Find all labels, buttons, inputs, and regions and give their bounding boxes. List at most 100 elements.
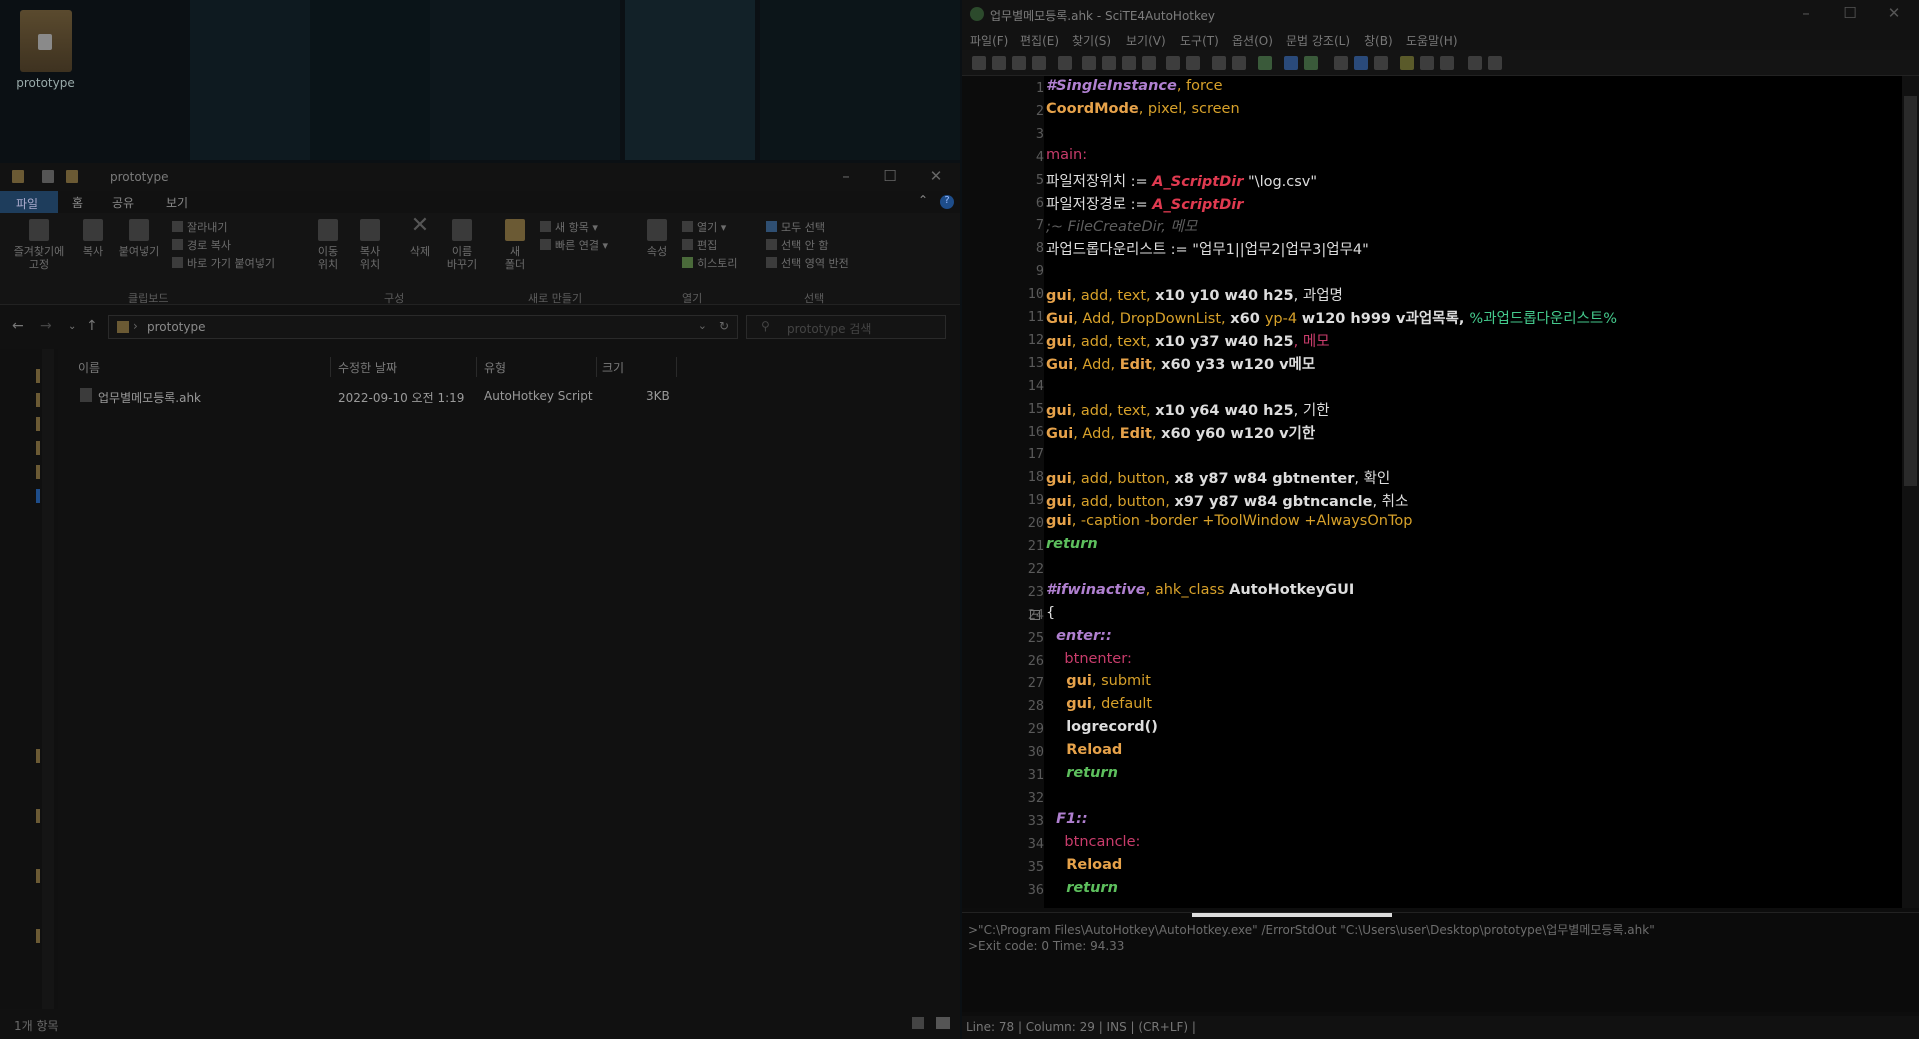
easy-access-button[interactable]: 빠른 연결 ▾ xyxy=(540,237,608,253)
column-header-size[interactable]: 크기 xyxy=(602,359,624,376)
select-none-button[interactable]: 선택 안 함 xyxy=(766,237,828,253)
menu-window[interactable]: 창(B) xyxy=(1364,32,1393,49)
pin-quick-access-button[interactable]: 즐겨찾기에 고정 xyxy=(8,219,70,271)
desktop-folder-prototype[interactable]: prototype xyxy=(8,10,83,90)
line-number: 12 xyxy=(1027,331,1044,348)
new-folder-button[interactable]: 새 폴더 xyxy=(500,219,530,271)
bookmark-next-icon[interactable] xyxy=(1488,56,1502,70)
delete-icon[interactable] xyxy=(1142,56,1156,70)
nav-scrollbar[interactable] xyxy=(42,349,54,1009)
maximize-button[interactable]: ☐ xyxy=(1830,4,1870,22)
print-icon[interactable] xyxy=(1058,56,1072,70)
new-item-button[interactable]: 새 항목 ▾ xyxy=(540,219,598,235)
thumbnail-view-icon[interactable] xyxy=(936,1017,950,1029)
minimize-button[interactable]: – xyxy=(1786,4,1826,22)
new-item-icon xyxy=(540,221,551,232)
settings-icon[interactable] xyxy=(1420,56,1434,70)
new-file-icon[interactable] xyxy=(972,56,986,70)
close-file-icon[interactable] xyxy=(1032,56,1046,70)
select-all-button[interactable]: 모두 선택 xyxy=(766,219,825,235)
open-file-icon[interactable] xyxy=(992,56,1006,70)
maximize-button[interactable]: ☐ xyxy=(870,167,910,185)
invert-selection-button[interactable]: 선택 영역 반전 xyxy=(766,255,849,271)
fold-marker-icon[interactable]: − xyxy=(1030,610,1040,620)
tab-home[interactable]: 홈 xyxy=(72,194,83,211)
cut-icon[interactable] xyxy=(1082,56,1096,70)
new-folder-icon[interactable] xyxy=(66,170,78,183)
paste-icon[interactable] xyxy=(1122,56,1136,70)
delete-button[interactable]: ✕ 삭제 xyxy=(398,215,442,259)
move-to-button[interactable]: 이동 위치 xyxy=(310,219,346,271)
history-button[interactable]: 히스토리 xyxy=(682,255,737,271)
nav-folder-icon[interactable] xyxy=(36,417,40,431)
close-button[interactable]: ✕ xyxy=(916,167,956,185)
navigation-pane[interactable] xyxy=(0,349,58,1009)
toolbox-icon[interactable] xyxy=(1400,56,1414,70)
debug-icon[interactable] xyxy=(1304,56,1318,70)
chevron-down-icon[interactable]: ⌄ xyxy=(698,319,707,332)
window-spy-icon[interactable] xyxy=(1334,56,1348,70)
properties-button[interactable]: 속성 xyxy=(640,219,674,258)
bookmark-icon[interactable] xyxy=(1468,56,1482,70)
find-icon[interactable] xyxy=(1212,56,1226,70)
minimize-button[interactable]: – xyxy=(826,167,866,185)
up-arrow-icon[interactable]: ↑ xyxy=(86,318,98,334)
menu-file[interactable]: 파일(F) xyxy=(970,32,1008,49)
nav-folder-icon[interactable] xyxy=(36,869,40,883)
redo-icon[interactable] xyxy=(1186,56,1200,70)
details-view-icon[interactable] xyxy=(912,1017,924,1029)
macro-icon[interactable] xyxy=(1440,56,1454,70)
back-arrow-icon[interactable]: ← xyxy=(12,318,24,334)
chevron-down-icon[interactable]: ⌄ xyxy=(68,321,76,332)
tab-view[interactable]: 보기 xyxy=(166,194,188,211)
copy-button[interactable]: 복사 xyxy=(78,219,108,258)
tab-file[interactable]: 파일 xyxy=(0,191,58,213)
menu-help[interactable]: 도움말(H) xyxy=(1406,32,1458,49)
search-input[interactable]: ⚲ prototype 검색 xyxy=(746,315,946,339)
menu-edit[interactable]: 편집(E) xyxy=(1020,32,1059,49)
help-icon[interactable] xyxy=(1354,56,1368,70)
nav-drive-icon[interactable] xyxy=(36,489,40,503)
forward-arrow-icon[interactable]: → xyxy=(40,318,52,334)
menu-options[interactable]: 옵션(O) xyxy=(1232,32,1273,49)
chevron-up-icon[interactable]: ⌃ xyxy=(918,193,928,207)
save-icon[interactable] xyxy=(1012,56,1026,70)
nav-folder-icon[interactable] xyxy=(36,465,40,479)
nav-folder-icon[interactable] xyxy=(36,749,40,763)
help-icon[interactable]: ? xyxy=(940,195,954,209)
nav-folder-icon[interactable] xyxy=(36,441,40,455)
nav-folder-icon[interactable] xyxy=(36,929,40,943)
column-header-name[interactable]: 이름 xyxy=(78,359,100,376)
menu-view[interactable]: 보기(V) xyxy=(1126,32,1166,49)
nav-folder-icon[interactable] xyxy=(36,809,40,823)
nav-folder-icon[interactable] xyxy=(36,369,40,383)
properties-icon[interactable] xyxy=(42,170,54,183)
cut-button[interactable]: 잘라내기 xyxy=(172,219,227,235)
scrollbar-thumb[interactable] xyxy=(1904,96,1917,486)
paste-shortcut-button[interactable]: 바로 가기 붙여넣기 xyxy=(172,255,275,271)
paste-button[interactable]: 붙여넣기 xyxy=(114,219,164,258)
column-header-type[interactable]: 유형 xyxy=(484,359,506,376)
tab-share[interactable]: 공유 xyxy=(112,194,134,211)
replace-icon[interactable] xyxy=(1232,56,1246,70)
run-icon[interactable] xyxy=(1284,56,1298,70)
address-bar[interactable]: › prototype ⌄ ↻ xyxy=(108,315,738,339)
open-button[interactable]: 열기 ▾ xyxy=(682,219,726,235)
menu-search[interactable]: 찾기(S) xyxy=(1072,32,1111,49)
copy-to-button[interactable]: 복사 위치 xyxy=(352,219,388,271)
copy-icon[interactable] xyxy=(1102,56,1116,70)
console-icon[interactable] xyxy=(1374,56,1388,70)
file-row[interactable]: 업무별메모등록.ahk 2022-09-10 오전 1:19 AutoHotke… xyxy=(78,385,698,407)
edit-button[interactable]: 편집 xyxy=(682,237,717,253)
nav-folder-icon[interactable] xyxy=(36,393,40,407)
compile-icon[interactable] xyxy=(1258,56,1272,70)
menu-tools[interactable]: 도구(T) xyxy=(1180,32,1219,49)
undo-icon[interactable] xyxy=(1166,56,1180,70)
refresh-icon[interactable]: ↻ xyxy=(719,319,729,333)
rename-button[interactable]: 이름 바꾸기 xyxy=(442,219,482,271)
close-button[interactable]: ✕ xyxy=(1874,4,1914,22)
copy-path-button[interactable]: 경로 복사 xyxy=(172,237,231,253)
column-header-date[interactable]: 수정한 날짜 xyxy=(338,359,397,376)
menu-syntax[interactable]: 문법 강조(L) xyxy=(1286,32,1350,49)
code-editor[interactable]: 1 2 3 4 5 6 7 8 9 10 11 12 13 14 15 16 17 18 19 20 21 22 23 24 2… xyxy=(962,76,1919,908)
